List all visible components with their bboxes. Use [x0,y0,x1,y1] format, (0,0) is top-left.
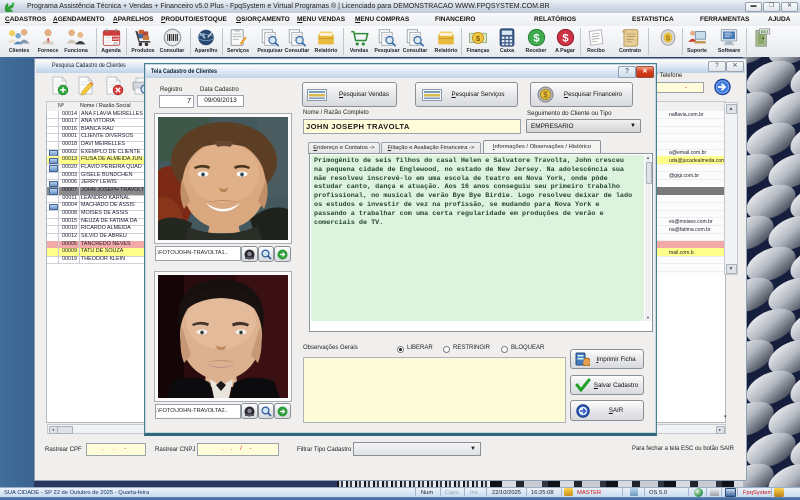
svg-text:$: $ [666,34,671,43]
svg-text:$: $ [476,34,481,43]
svg-text:$: $ [543,91,548,100]
svg-text:29: 29 [113,40,117,45]
svg-text:$: $ [533,32,540,44]
svg-text:$: $ [562,32,569,44]
svg-text:EXIT: EXIT [761,30,770,34]
